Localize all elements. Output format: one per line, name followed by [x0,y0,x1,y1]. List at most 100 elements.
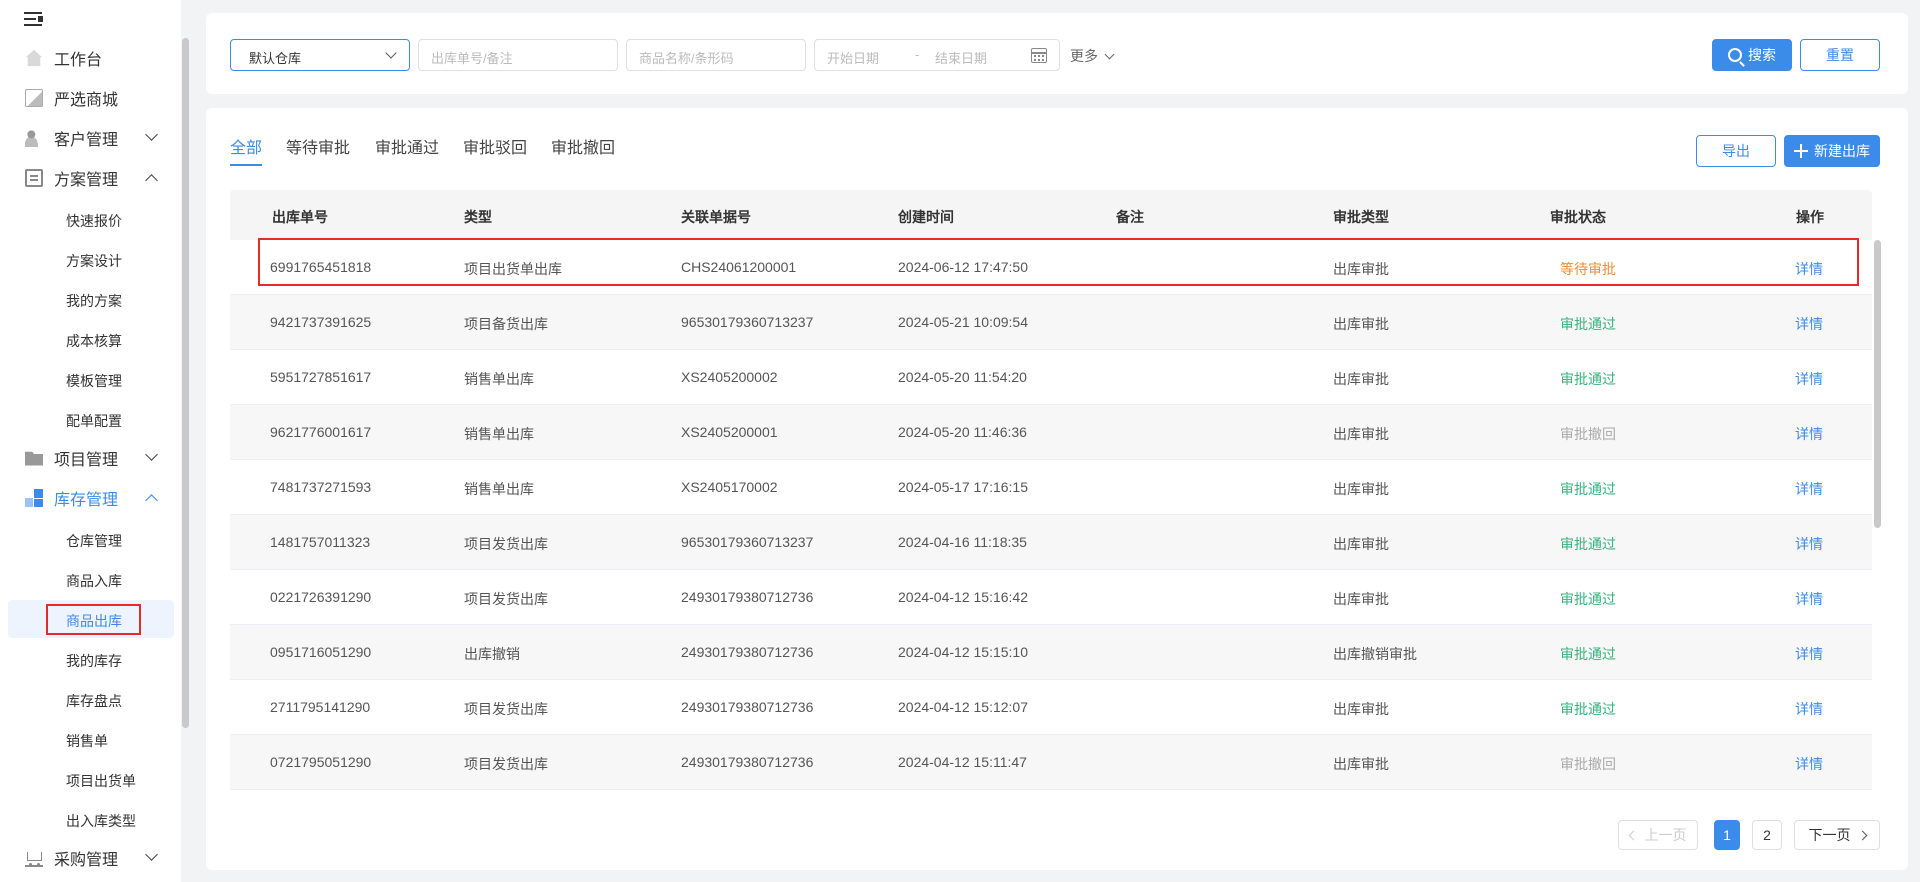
sidebar-item-plans[interactable]: 方案管理 [0,160,176,196]
menu-collapse-icon[interactable] [24,11,44,27]
table-body: 6991765451818 项目出货单出库 CHS24061200001 202… [230,240,1872,808]
prev-page-button[interactable]: 上一页 [1618,820,1698,850]
column-header: 创建时间 [898,209,954,225]
column-header: 操作 [1796,209,1824,225]
sidebar-item-workbench[interactable]: 工作台 [0,40,176,76]
reset-button[interactable]: 重置 [1800,39,1880,71]
sidebar-subitem-quick-quote[interactable]: 快速报价 [0,200,176,238]
tab-all[interactable]: 全部 [230,134,262,158]
sidebar-subitem-sales-order[interactable]: 销售单 [0,720,176,758]
sidebar-subitem-stocktake[interactable]: 库存盘点 [0,680,176,718]
table-row: 5951727851617 销售单出库 XS2405200002 2024-05… [230,350,1872,405]
sidebar-subitem-label: 仓库管理 [66,533,122,549]
goods-search-input[interactable]: 商品名称/条形码 [626,39,806,71]
related-number-cell: 96530179360713237 [681,314,814,330]
warehouse-select[interactable]: 默认仓库 [230,39,410,71]
more-filters-toggle[interactable]: 更多 [1070,46,1115,66]
detail-link[interactable]: 详情 [1795,589,1823,609]
tab-withdrawn[interactable]: 审批撤回 [551,134,615,158]
sidebar-subitem-project-shipment[interactable]: 项目出货单 [0,760,176,798]
table-row: 9621776001617 销售单出库 XS2405200001 2024-05… [230,405,1872,460]
next-page-button[interactable]: 下一页 [1794,820,1880,850]
column-header: 审批类型 [1333,209,1389,225]
order-number-cell: 6991765451818 [270,259,372,275]
order-search-placeholder: 出库单号/备注 [431,51,513,66]
sidebar-item-customers[interactable]: 客户管理 [0,120,176,156]
sidebar-item-mall[interactable]: 严选商城 [0,80,176,116]
sidebar-subitem-my-stock[interactable]: 我的库存 [0,640,176,678]
page-1-button[interactable]: 1 [1714,820,1740,850]
type-cell: 项目出货单出库 [464,261,562,277]
detail-link[interactable]: 详情 [1795,699,1823,719]
approval-type-cell: 出库撤销审批 [1333,646,1417,662]
date-range-picker[interactable]: 开始日期 - 结束日期 [814,39,1060,71]
sidebar-item-projects[interactable]: 项目管理 [0,440,176,476]
order-number-cell: 7481737271593 [270,479,372,495]
export-button[interactable]: 导出 [1696,135,1776,167]
detail-link[interactable]: 详情 [1795,644,1823,664]
tab-approved[interactable]: 审批通过 [375,134,439,158]
order-number-cell: 1481757011323 [270,534,371,550]
chevron-down-icon [145,448,158,461]
sidebar-subitem-stock-out[interactable]: 商品出库 [8,600,174,638]
type-cell: 销售单出库 [464,371,534,387]
table-row: 0221726391290 项目发货出库 24930179380712736 2… [230,570,1872,625]
folder-icon [25,451,43,466]
order-number-cell: 0721795051290 [270,754,372,770]
search-button[interactable]: 搜索 [1712,39,1792,71]
sidebar-subitem-warehouse[interactable]: 仓库管理 [0,520,176,558]
table-scrollbar[interactable] [1874,240,1881,528]
cart-icon [25,849,43,867]
sidebar-subitem-label: 配单配置 [66,413,122,429]
sidebar-scrollbar[interactable] [182,38,189,728]
created-time-cell: 2024-06-12 17:47:50 [898,259,1028,275]
sidebar-subitem-templates[interactable]: 模板管理 [0,360,176,398]
type-cell: 销售单出库 [464,481,534,497]
page-2-button[interactable]: 2 [1752,820,1782,850]
sidebar-item-purchase[interactable]: 采购管理 [0,840,176,876]
sidebar-subitem-label: 方案设计 [66,253,122,269]
sidebar-item-inventory[interactable]: 库存管理 [0,480,176,516]
sidebar-subitem-plan-design[interactable]: 方案设计 [0,240,176,278]
new-outbound-button[interactable]: 新建出库 [1784,135,1880,167]
table-row: 2711795141290 项目发货出库 24930179380712736 2… [230,680,1872,735]
column-header: 备注 [1116,209,1144,225]
status-badge: 等待审批 [1560,261,1616,277]
status-badge: 审批通过 [1560,371,1616,387]
type-cell: 项目发货出库 [464,591,548,607]
home-icon [25,49,43,67]
detail-link[interactable]: 详情 [1795,369,1823,389]
date-separator: - [915,47,920,62]
created-time-cell: 2024-05-20 11:54:20 [898,369,1027,385]
detail-link[interactable]: 详情 [1795,424,1823,444]
approval-type-cell: 出库审批 [1333,426,1389,442]
tab-rejected[interactable]: 审批驳回 [463,134,527,158]
order-search-input[interactable]: 出库单号/备注 [418,39,618,71]
detail-link[interactable]: 详情 [1795,479,1823,499]
detail-link[interactable]: 详情 [1795,754,1823,774]
sidebar-subitem-label: 销售单 [66,733,108,749]
related-number-cell: 24930179380712736 [681,589,814,605]
outbound-list-panel: 全部 等待审批 审批通过 审批驳回 审批撤回 导出 新建出库 出库单号 类型 关… [206,108,1908,870]
order-number-cell: 0951716051290 [270,644,372,660]
detail-link[interactable]: 详情 [1795,534,1823,554]
table-header: 出库单号 类型 关联单据号 创建时间 备注 审批类型 审批状态 操作 [230,190,1872,240]
tab-pending[interactable]: 等待审批 [286,134,350,158]
sidebar-subitem-my-plans[interactable]: 我的方案 [0,280,176,318]
detail-link[interactable]: 详情 [1795,259,1823,279]
sidebar-subitem-order-config[interactable]: 配单配置 [0,400,176,438]
order-number-cell: 0221726391290 [270,589,372,605]
chevron-left-icon [1628,830,1638,840]
status-badge: 审批通过 [1560,701,1616,717]
related-number-cell: XS2405170002 [681,479,778,495]
status-badge: 审批通过 [1560,646,1616,662]
sidebar-subitem-cost[interactable]: 成本核算 [0,320,176,358]
detail-link[interactable]: 详情 [1795,314,1823,334]
column-header: 类型 [464,209,492,225]
sidebar-subitem-stock-in[interactable]: 商品入库 [0,560,176,598]
created-time-cell: 2024-05-21 10:09:54 [898,314,1028,330]
related-number-cell: 24930179380712736 [681,699,814,715]
end-date-placeholder: 结束日期 [935,51,988,66]
sidebar-subitem-io-types[interactable]: 出入库类型 [0,800,176,838]
status-badge: 审批撤回 [1560,426,1616,442]
